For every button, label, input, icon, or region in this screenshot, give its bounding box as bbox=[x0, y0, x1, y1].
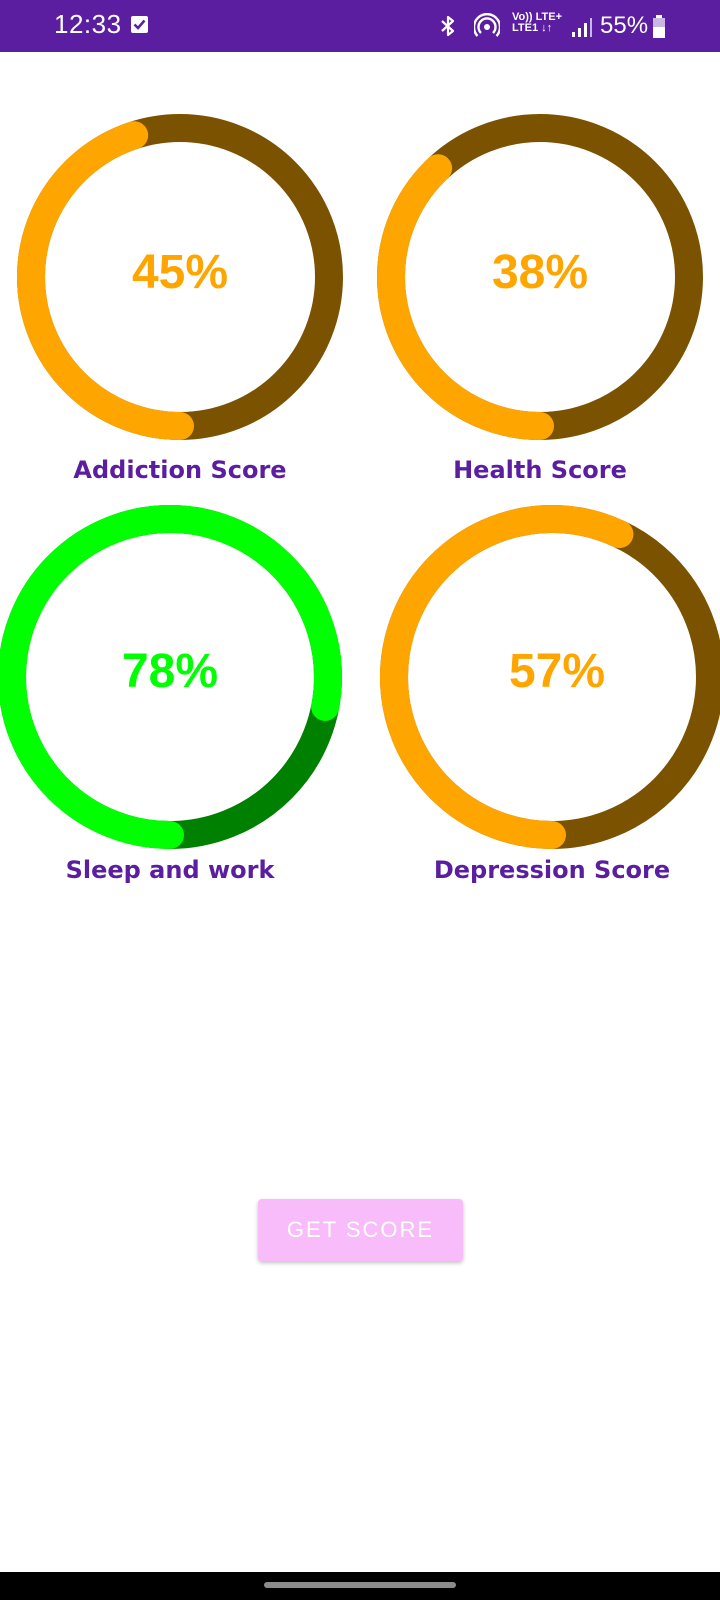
checkbox-notification-icon bbox=[131, 16, 148, 33]
home-gesture-handle[interactable] bbox=[264, 1582, 456, 1588]
status-bar: 12:33 Vo)) LTE+ LTE1 ↓↑ 55% bbox=[0, 0, 720, 52]
bluetooth-icon bbox=[438, 14, 458, 43]
status-time: 12:33 bbox=[54, 9, 122, 39]
depression-score-gauge: 57% bbox=[377, 504, 720, 850]
battery-percent: 55% bbox=[600, 12, 649, 39]
gauge-value: 38% bbox=[491, 246, 589, 299]
get-score-button[interactable]: GET SCORE bbox=[258, 1199, 463, 1261]
depression-score-label: Depression Score bbox=[433, 856, 671, 884]
health-score-label: Health Score bbox=[453, 456, 627, 484]
addiction-score-gauge: 45% bbox=[17, 114, 343, 440]
hotspot-icon bbox=[472, 13, 502, 44]
gauge-value: 45% bbox=[131, 246, 229, 299]
network-bottom-text: LTE1 ↓↑ bbox=[512, 22, 553, 34]
health-score-gauge: 38% bbox=[377, 114, 703, 440]
battery-icon bbox=[652, 15, 666, 44]
sleep-and-work-gauge: 78% bbox=[0, 504, 342, 850]
addiction-score-label: Addiction Score bbox=[73, 456, 287, 484]
sleep-and-work-label: Sleep and work bbox=[65, 856, 275, 884]
gauge-value: 78% bbox=[121, 645, 219, 698]
volte-icon: Vo)) LTE+ LTE1 ↓↑ bbox=[512, 12, 562, 34]
signal-icon bbox=[571, 16, 593, 43]
gauge-value: 57% bbox=[508, 645, 606, 698]
navigation-bar bbox=[0, 1572, 720, 1600]
